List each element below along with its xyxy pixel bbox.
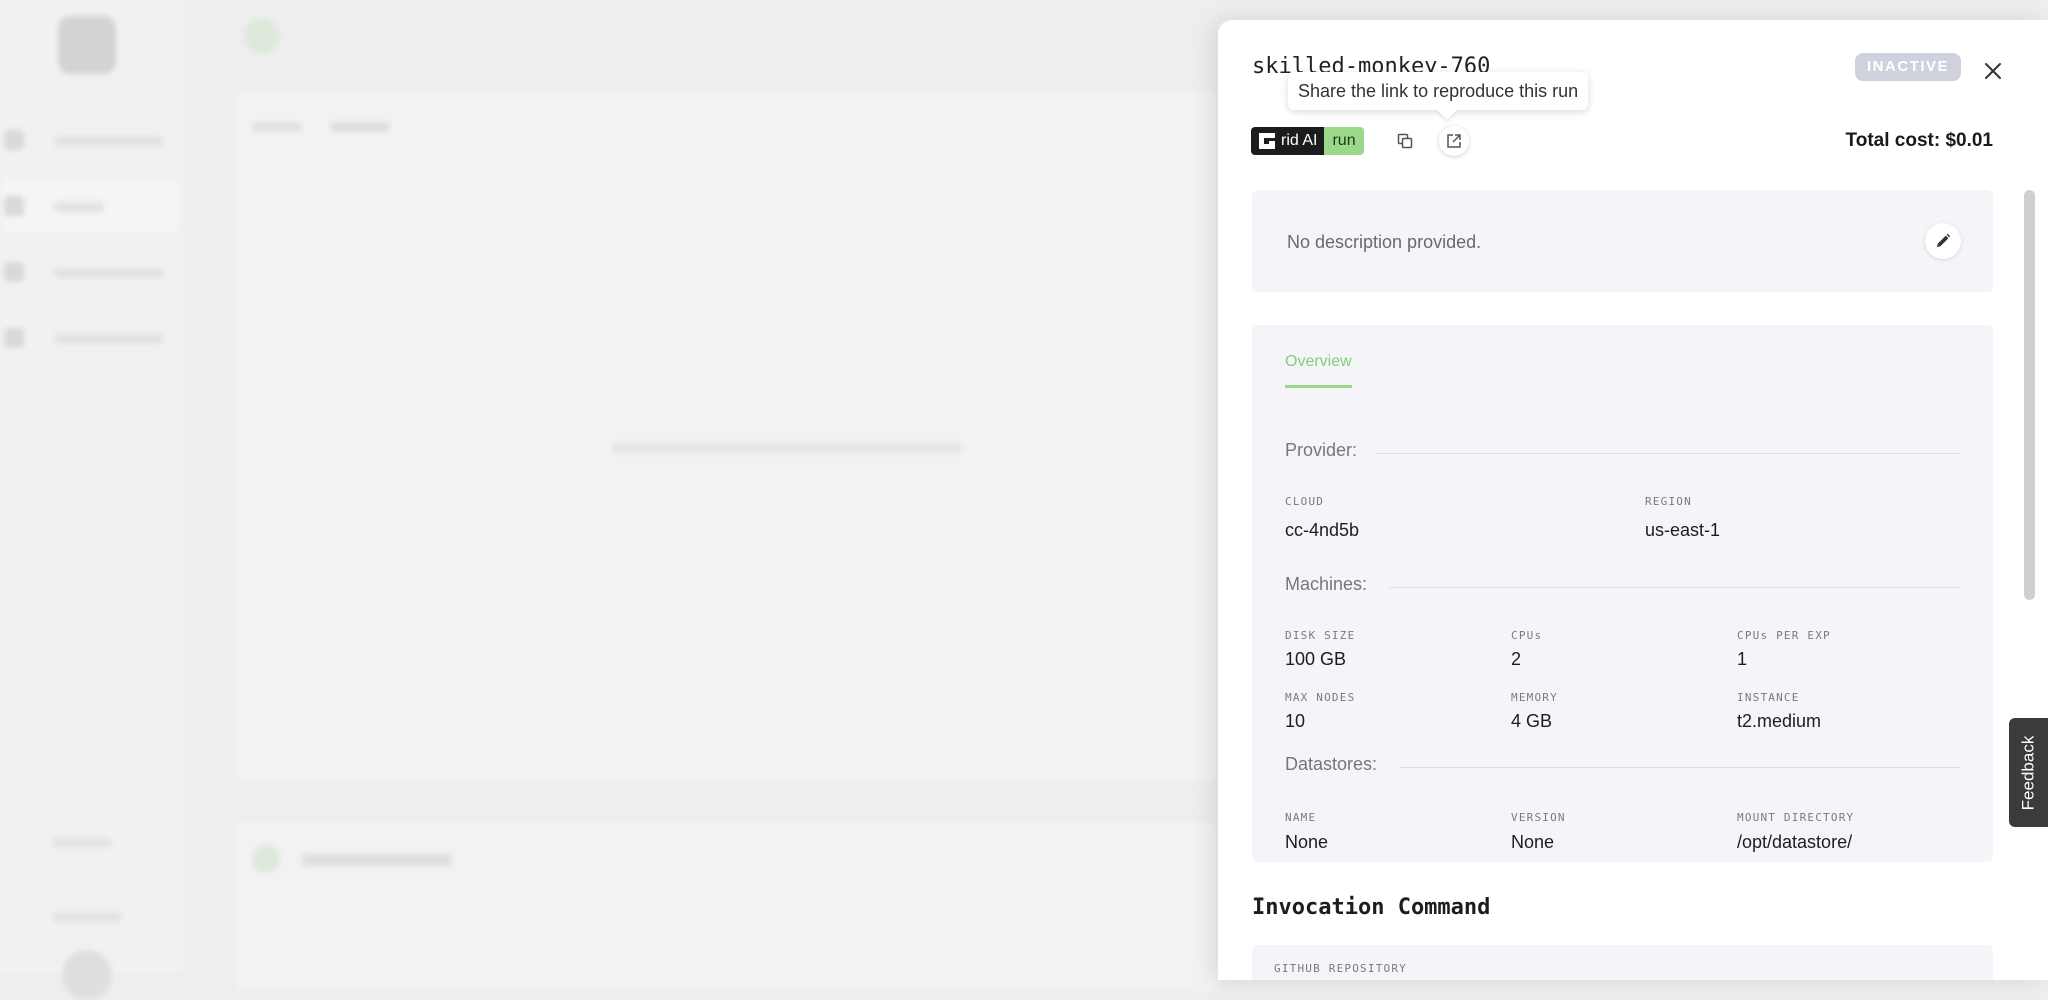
invocation-command-box: GITHUB REPOSITORY	[1252, 945, 1993, 980]
grid-ai-run-badge: rid AI run	[1251, 127, 1364, 155]
cpus-label: CPUs	[1511, 629, 1543, 642]
instance-label: INSTANCE	[1737, 691, 1800, 704]
description-box: No description provided.	[1252, 190, 1993, 292]
background-tab	[330, 122, 390, 132]
run-details-drawer: skilled-monkey-760 INACTIVE Share the li…	[1218, 20, 2048, 980]
background-card	[233, 820, 1220, 992]
divider	[1376, 453, 1960, 454]
mount-directory-label: MOUNT DIRECTORY	[1737, 811, 1855, 824]
cpus-per-exp-value: 1	[1737, 649, 1748, 669]
memory-value: 4 GB	[1511, 711, 1553, 731]
cloud-value: cc-4nd5b	[1285, 520, 1360, 540]
close-icon	[1985, 63, 2001, 79]
grid-ai-brand: rid AI	[1251, 127, 1325, 155]
background-nav-item	[0, 180, 178, 232]
cpus-value: 2	[1511, 649, 1522, 669]
instance-value: t2.medium	[1737, 711, 1822, 731]
background-nav-item	[0, 246, 178, 298]
copy-icon	[1397, 133, 1413, 149]
datastores-section-title: Datastores:	[1285, 754, 1378, 774]
brand-suffix: run	[1324, 127, 1364, 155]
mount-directory-value: /opt/datastore/	[1737, 832, 1853, 852]
brand-text: rid AI	[1281, 132, 1318, 149]
feedback-label: Feedback	[2018, 735, 2038, 810]
cloud-label: CLOUD	[1285, 495, 1325, 508]
divider	[1389, 587, 1960, 588]
feedback-button[interactable]: Feedback	[2009, 718, 2048, 827]
max-nodes-label: MAX NODES	[1285, 691, 1356, 704]
datastore-name-label: NAME	[1285, 811, 1317, 824]
edit-description-button[interactable]	[1925, 223, 1961, 259]
background-nav-item	[0, 114, 178, 166]
total-cost: Total cost: $0.01	[1845, 130, 1993, 151]
machines-section-title: Machines:	[1285, 574, 1368, 594]
background-logo	[58, 16, 116, 74]
datastore-version-value: None	[1511, 832, 1555, 852]
background-empty-text	[612, 442, 962, 454]
provider-section-title: Provider:	[1285, 440, 1358, 460]
drawer-scrollbar[interactable]	[2024, 190, 2035, 600]
run-details-panel: Overview Provider: CLOUD cc-4nd5b REGION…	[1252, 325, 1993, 862]
datastore-version-label: VERSION	[1511, 811, 1566, 824]
region-value: us-east-1	[1645, 520, 1721, 540]
max-nodes-value: 10	[1285, 711, 1306, 731]
background-nav-item	[0, 312, 178, 364]
background-heading	[302, 854, 452, 866]
background-sidebar	[0, 0, 186, 1000]
close-button[interactable]	[1978, 56, 2008, 86]
status-badge: INACTIVE	[1855, 53, 1962, 81]
background-avatar	[62, 950, 112, 1000]
share-tooltip: Share the link to reproduce this run	[1288, 72, 1589, 110]
background-footer-item	[52, 838, 112, 848]
invocation-command-title: Invocation Command	[1252, 895, 1491, 920]
background-footer-item	[52, 912, 122, 922]
background-card	[233, 90, 1220, 782]
background-tab	[252, 122, 302, 132]
description-text: No description provided.	[1287, 232, 1482, 252]
github-repository-label: GITHUB REPOSITORY	[1274, 962, 1407, 975]
memory-label: MEMORY	[1511, 691, 1558, 704]
background-app	[0, 0, 1220, 1000]
copy-button[interactable]	[1390, 126, 1420, 156]
tab-overview[interactable]: Overview	[1285, 353, 1352, 388]
cpus-per-exp-label: CPUs PER EXP	[1737, 629, 1831, 642]
background-add-button	[244, 18, 280, 54]
region-label: REGION	[1645, 495, 1692, 508]
disk-size-label: DISK SIZE	[1285, 629, 1356, 642]
background-icon	[252, 845, 280, 873]
disk-size-value: 100 GB	[1285, 649, 1347, 669]
grid-logo-icon	[1259, 133, 1275, 149]
share-link-button[interactable]	[1439, 126, 1469, 156]
pencil-icon	[1937, 233, 1951, 247]
divider	[1399, 767, 1960, 768]
datastore-name-value: None	[1285, 832, 1329, 852]
external-link-icon	[1447, 134, 1461, 148]
